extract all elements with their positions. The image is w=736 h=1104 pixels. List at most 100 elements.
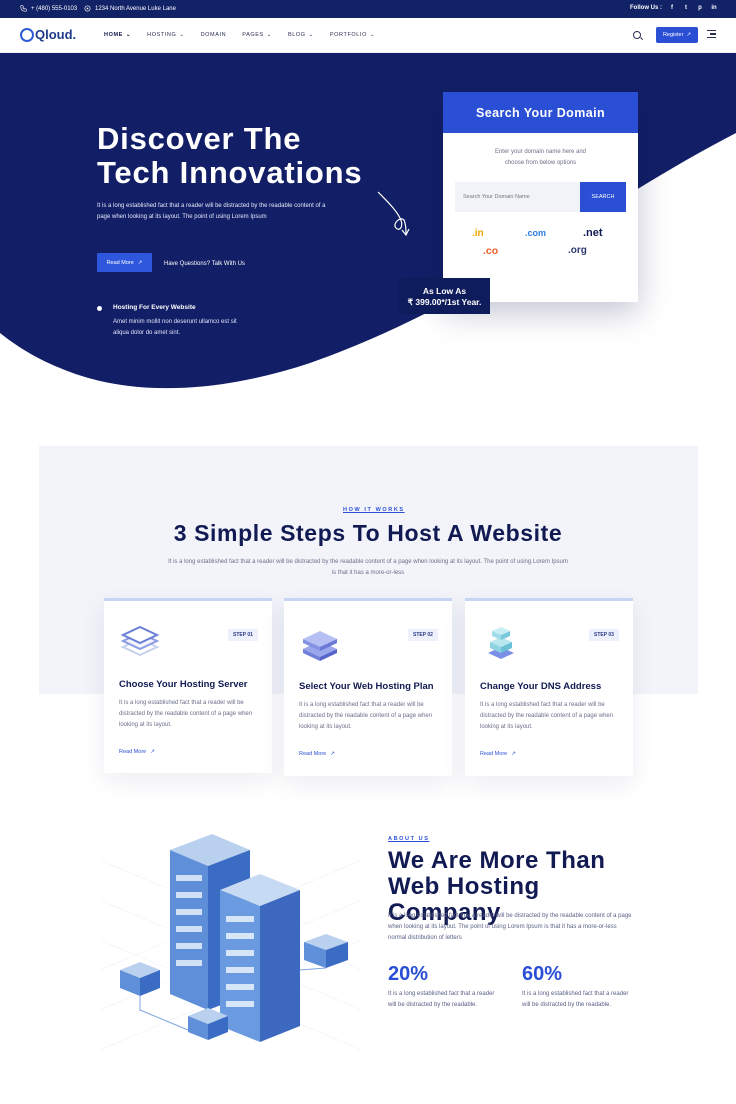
about-eyebrow: ABOUT US <box>388 836 430 842</box>
step-read-more[interactable]: Read More ↗ <box>299 751 335 757</box>
step-badge: STEP 02 <box>408 629 438 641</box>
step-card: STEP 01 Choose Your Hosting Server It is… <box>104 598 272 773</box>
step-badge: STEP 01 <box>228 629 258 641</box>
hero-title-line: Tech Innovations <box>97 155 363 190</box>
chevron-down-icon: ⌄ <box>179 32 185 38</box>
tld-net[interactable]: .net <box>583 227 603 239</box>
chevron-down-icon: ⌄ <box>125 32 132 38</box>
read-more-label: Read More <box>299 751 327 757</box>
menu-item-blog[interactable]: BLOG ⌄ <box>288 32 314 38</box>
stat-description: It is a long established fact that a rea… <box>522 991 629 1008</box>
arrow-up-right-icon: ↗ <box>511 751 516 757</box>
hamburger-icon[interactable] <box>707 30 716 40</box>
step-read-more[interactable]: Read More ↗ <box>119 749 155 755</box>
tld-co[interactable]: .co <box>483 245 498 257</box>
about-title-line: We Are More Than <box>388 847 606 874</box>
follow-us: Follow Us : f t p in <box>630 4 718 12</box>
step-card-title: Change Your DNS Address <box>480 681 602 692</box>
stack-icon <box>303 631 337 661</box>
steps-title: 3 Simple Steps To Host A Website <box>173 520 563 546</box>
server-illustration <box>100 834 362 1051</box>
steps-description: It is a long established fact that a rea… <box>168 559 568 576</box>
main-navbar: Qloud. HOME ⌄ HOSTING ⌄ DOMAIN PAGES ⌄ BLOG… <box>0 18 736 53</box>
domain-card-subtitle: Enter your domain name here and choose f… <box>494 149 587 166</box>
read-more-label: Read More <box>119 749 147 755</box>
read-more-label: Read More <box>106 259 134 266</box>
arrow-up-right-icon: ↗ <box>137 259 143 266</box>
domain-search-button[interactable]: SEARCH <box>580 182 626 212</box>
menu-item-hosting[interactable]: HOSTING ⌄ <box>147 32 184 38</box>
stat-value: 60% <box>522 963 563 985</box>
domain-search-card: Search Your Domain Enter your domain nam… <box>443 92 638 302</box>
talk-link[interactable]: Have Questions? Talk With Us <box>164 261 245 267</box>
address-contact: 1234 North Avenue Luke Lane <box>84 5 176 12</box>
phone-number: + (480) 555-0103 <box>31 5 78 12</box>
tld-org[interactable]: .org <box>568 245 587 256</box>
feature-title: Hosting For Every Website <box>113 304 196 311</box>
price-line: ₹ 399.00*/1st Year. <box>407 297 482 307</box>
domain-search-input[interactable] <box>455 182 581 212</box>
price-tag: As Low As ₹ 399.00*/1st Year. <box>399 278 490 314</box>
menu-label: HOSTING <box>147 32 177 38</box>
pinterest-icon[interactable]: p <box>696 4 704 12</box>
menu-label: PAGES <box>242 32 264 38</box>
facebook-icon[interactable]: f <box>668 4 676 12</box>
follow-label: Follow Us : <box>630 5 662 11</box>
twitter-icon[interactable]: t <box>682 4 690 12</box>
about-description: It is a long established fact that a rea… <box>388 913 632 941</box>
tld-com[interactable]: .com <box>525 228 546 238</box>
stat-value: 20% <box>388 963 429 985</box>
arrow-up-right-icon: ↗ <box>150 749 155 755</box>
linkedin-icon[interactable]: in <box>710 4 718 12</box>
feature-description: Amet minim mollit non deserunt ullamco e… <box>113 319 237 336</box>
chevron-down-icon: ⌄ <box>266 32 272 38</box>
dns-cube-icon <box>488 627 514 659</box>
arrow-up-right-icon: ↗ <box>686 32 692 38</box>
logo-text: Qloud. <box>35 27 77 42</box>
menu-item-domain[interactable]: DOMAIN <box>201 32 227 38</box>
chevron-down-icon: ⌄ <box>308 32 314 38</box>
menu-label: DOMAIN <box>200 32 227 38</box>
logo-mark-icon <box>20 27 34 42</box>
curly-arrow-icon <box>377 191 410 237</box>
stat-description: It is a long established fact that a rea… <box>388 991 495 1008</box>
step-card-desc: It is a long established fact that a rea… <box>119 700 253 728</box>
read-more-label: Read More <box>480 751 508 757</box>
register-label: Register <box>662 32 684 38</box>
step-read-more[interactable]: Read More ↗ <box>480 751 516 757</box>
step-card: STEP 03 Change Your DNS Address It is a … <box>465 598 633 776</box>
steps-eyebrow: HOW IT WORKS <box>343 507 405 513</box>
step-card-desc: It is a long established fact that a rea… <box>480 702 614 730</box>
step-card-title: Select Your Web Hosting Plan <box>299 681 434 692</box>
hero-description: It is a long established fact that a rea… <box>97 203 326 220</box>
layers-icon <box>120 625 160 657</box>
chevron-down-icon: ⌄ <box>369 32 376 38</box>
logo[interactable]: Qloud. <box>20 27 76 42</box>
menu-item-pages[interactable]: PAGES ⌄ <box>242 32 272 38</box>
menu-label: BLOG <box>287 32 306 38</box>
menu-label: PORTFOLIO <box>329 32 367 38</box>
step-card-title: Choose Your Hosting Server <box>119 679 248 690</box>
read-more-button[interactable]: Read More ↗ <box>97 253 152 272</box>
register-button[interactable]: Register ↗ <box>656 27 698 43</box>
arrow-up-right-icon: ↗ <box>330 751 335 757</box>
bullet-icon <box>97 306 102 311</box>
domain-card-title: Search Your Domain <box>443 92 638 133</box>
menu-label: HOME <box>104 32 123 38</box>
phone-icon <box>20 5 27 12</box>
phone-contact[interactable]: + (480) 555-0103 <box>20 5 77 12</box>
search-icon[interactable] <box>633 31 641 39</box>
step-card-desc: It is a long established fact that a rea… <box>299 702 433 730</box>
tld-in[interactable]: .in <box>472 228 484 239</box>
hero-title-line: Discover The <box>97 121 302 156</box>
price-line: As Low As <box>422 286 467 296</box>
menu-item-portfolio[interactable]: PORTFOLIO ⌄ <box>330 32 375 38</box>
address-text: 1234 North Avenue Luke Lane <box>95 5 176 12</box>
step-badge: STEP 03 <box>589 629 619 641</box>
top-bar: + (480) 555-0103 1234 North Avenue Luke … <box>0 0 736 18</box>
main-menu: HOME ⌄ HOSTING ⌄ DOMAIN PAGES ⌄ BLOG ⌄ PORTF… <box>104 32 375 38</box>
menu-item-home[interactable]: HOME ⌄ <box>104 32 131 38</box>
location-icon <box>84 5 91 12</box>
hero-title: Discover The Tech Innovations <box>97 122 377 190</box>
step-card: STEP 02 Select Your Web Hosting Plan It … <box>284 598 452 776</box>
